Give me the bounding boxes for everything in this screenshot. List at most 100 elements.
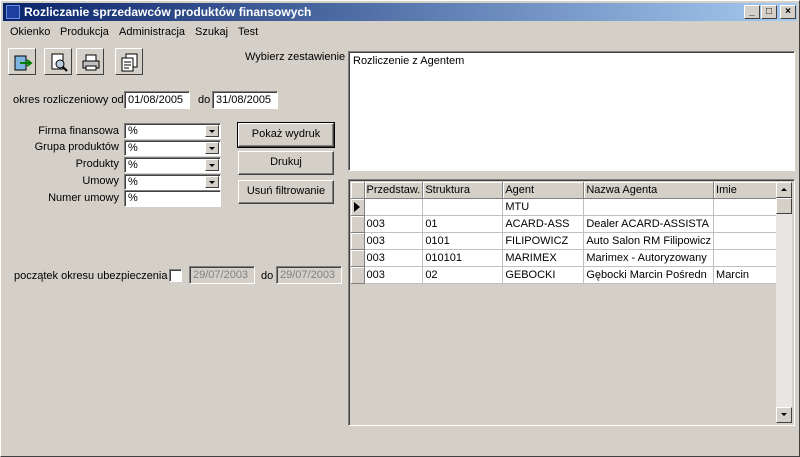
cell-agent[interactable]: GEBOCKI: [502, 266, 585, 284]
table-row[interactable]: MTU: [351, 198, 779, 216]
cell-struktura[interactable]: 02: [422, 266, 504, 284]
current-row-pointer-icon: [354, 202, 360, 212]
usun-filtrowanie-button[interactable]: Usuń filtrowanie: [238, 180, 334, 204]
exit-button[interactable]: [8, 48, 36, 75]
row-indicator[interactable]: [351, 249, 365, 267]
row-indicator[interactable]: [351, 232, 365, 250]
drukuj-button[interactable]: Drukuj: [238, 151, 334, 175]
row-indicator[interactable]: [351, 266, 365, 284]
report-item-selected[interactable]: Rozliczenie z Agentem: [353, 55, 790, 67]
column-header-nazwa-agenta[interactable]: Nazwa Agenta: [583, 182, 715, 199]
scroll-up-icon[interactable]: [776, 182, 792, 198]
grupa-combo[interactable]: %: [124, 140, 221, 156]
produkty-combo[interactable]: %: [124, 157, 221, 173]
cell-nazwa-agenta[interactable]: Dealer ACARD-ASSISTA: [583, 215, 715, 233]
insurance-from-field[interactable]: 29/07/2003: [189, 266, 255, 284]
menu-szukaj[interactable]: Szukaj: [195, 26, 228, 38]
umowy-value: %: [128, 176, 138, 188]
restore-button[interactable]: □: [761, 5, 777, 19]
agents-table: Przedstaw. Struktura Agent Nazwa Agenta Imie…: [351, 182, 779, 284]
cell-struktura[interactable]: 01: [422, 215, 504, 233]
pokaz-wydruk-button[interactable]: Pokaż wydruk: [237, 122, 335, 148]
cell-imie[interactable]: [713, 232, 779, 250]
firma-label: Firma finansowa: [38, 125, 119, 137]
cell-agent[interactable]: ACARD-ASS: [502, 215, 585, 233]
cell-imie[interactable]: [713, 215, 779, 233]
period-to-label: do: [198, 94, 211, 106]
copy-button[interactable]: [115, 48, 143, 75]
report-label: Wybierz zestawienie: [245, 51, 346, 63]
cell-agent[interactable]: MTU: [502, 198, 585, 216]
table-row[interactable]: 003 01 ACARD-ASS Dealer ACARD-ASSISTA: [351, 215, 779, 233]
cell-przedstaw[interactable]: 003: [364, 266, 424, 284]
report-list[interactable]: Rozliczenie z Agentem: [348, 51, 795, 171]
insurance-label: początek okresu ubezpieczenia: [14, 270, 168, 282]
umowy-combo[interactable]: %: [124, 174, 221, 190]
numer-umowy-label: Numer umowy: [48, 192, 119, 204]
minimize-button[interactable]: _: [744, 5, 760, 19]
cell-agent[interactable]: MARIMEX: [502, 249, 585, 267]
table-row[interactable]: 003 010101 MARIMEX Marimex - Autoryzowany: [351, 249, 779, 267]
firma-dropdown-icon[interactable]: [205, 125, 219, 137]
period-from-field[interactable]: 01/08/2005: [124, 91, 190, 109]
produkty-dropdown-icon[interactable]: [205, 159, 219, 171]
cell-imie[interactable]: [713, 198, 779, 216]
cell-struktura[interactable]: [422, 198, 504, 216]
numer-umowy-field[interactable]: %: [124, 190, 221, 207]
grupa-label: Grupa produktów: [34, 141, 119, 153]
grid-header-row: Przedstaw. Struktura Agent Nazwa Agenta Imie: [351, 182, 779, 199]
row-indicator[interactable]: [351, 198, 365, 216]
scroll-down-icon[interactable]: [776, 407, 792, 423]
table-row[interactable]: 003 0101 FILIPOWICZ Auto Salon RM Filipowic…: [351, 232, 779, 250]
insurance-to-label: do: [261, 270, 274, 282]
firma-value: %: [128, 125, 138, 137]
menu-produkcja[interactable]: Produkcja: [60, 26, 109, 38]
cell-przedstaw[interactable]: 003: [364, 232, 424, 250]
column-header-przedstaw[interactable]: Przedstaw.: [364, 182, 424, 199]
cell-nazwa-agenta[interactable]: Auto Salon RM Filipowicz: [583, 232, 715, 250]
cell-imie[interactable]: Marcin: [713, 266, 779, 284]
menu-administracja[interactable]: Administracja: [119, 26, 185, 38]
cell-imie[interactable]: [713, 249, 779, 267]
column-header-agent[interactable]: Agent: [502, 182, 585, 199]
scroll-thumb[interactable]: [776, 198, 792, 214]
title-bar: Rozliczanie sprzedawców produktów finans…: [3, 3, 797, 21]
grid-vertical-scrollbar[interactable]: [776, 182, 792, 423]
insurance-to-field[interactable]: 29/07/2003: [276, 266, 342, 284]
agents-grid[interactable]: Przedstaw. Struktura Agent Nazwa Agenta Imie…: [348, 179, 795, 426]
cell-przedstaw[interactable]: 003: [364, 249, 424, 267]
period-to-field[interactable]: 31/08/2005: [212, 91, 278, 109]
menu-okienko[interactable]: Okienko: [10, 26, 50, 38]
period-label: okres rozliczeniowy od: [13, 94, 124, 106]
umowy-dropdown-icon[interactable]: [205, 176, 219, 188]
cell-struktura[interactable]: 010101: [422, 249, 504, 267]
grupa-value: %: [128, 142, 138, 154]
column-header-imie[interactable]: Imie: [713, 182, 779, 199]
exit-icon: [14, 55, 33, 71]
cell-przedstaw[interactable]: [364, 198, 424, 216]
cell-nazwa-agenta[interactable]: Marimex - Autoryzowany: [583, 249, 715, 267]
cell-nazwa-agenta[interactable]: [583, 198, 715, 216]
column-header-struktura[interactable]: Struktura: [422, 182, 504, 199]
app-icon: [6, 5, 20, 19]
cell-przedstaw[interactable]: 003: [364, 215, 424, 233]
row-indicator[interactable]: [351, 215, 365, 233]
grid-indicator-header: [351, 182, 365, 199]
menu-test[interactable]: Test: [238, 26, 258, 38]
umowy-label: Umowy: [82, 175, 119, 187]
produkty-value: %: [128, 159, 138, 171]
table-row[interactable]: 003 02 GEBOCKI Gębocki Marcin Pośredn Marcin: [351, 266, 779, 284]
close-button[interactable]: ×: [780, 5, 796, 19]
grupa-dropdown-icon[interactable]: [205, 142, 219, 154]
print-button[interactable]: [76, 48, 104, 75]
cell-agent[interactable]: FILIPOWICZ: [502, 232, 585, 250]
preview-button[interactable]: [44, 48, 72, 75]
print-icon: [82, 54, 100, 71]
insurance-checkbox[interactable]: [169, 269, 182, 282]
grid-body: MTU 003 01 ACARD-ASS Dealer ACARD-ASSISTA 003…: [351, 198, 779, 284]
window-title: Rozliczanie sprzedawców produktów finans…: [24, 5, 312, 19]
firma-combo[interactable]: %: [124, 123, 221, 139]
cell-struktura[interactable]: 0101: [422, 232, 504, 250]
preview-icon: [51, 53, 68, 72]
cell-nazwa-agenta[interactable]: Gębocki Marcin Pośredn: [583, 266, 715, 284]
